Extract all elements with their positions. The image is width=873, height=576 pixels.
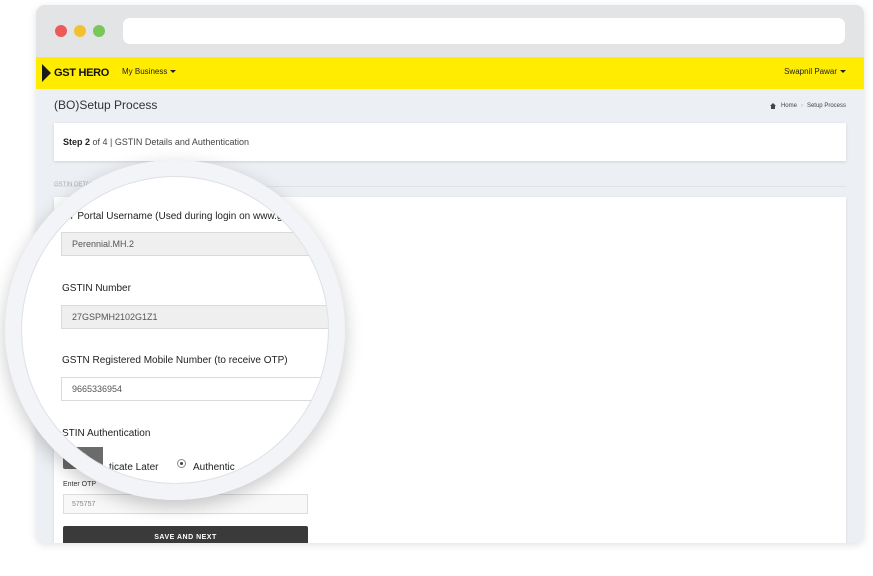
gstin-label: GSTIN Number: [62, 283, 131, 294]
authenticate-now-radio[interactable]: [177, 459, 186, 468]
portal-username-input[interactable]: Perennial.MH.2: [61, 232, 314, 256]
gstin-authentication-label: STIN Authentication: [62, 428, 151, 439]
maximize-window-icon[interactable]: [93, 25, 105, 37]
chevron-down-icon: [840, 70, 846, 74]
magnifier-lens: ST Portal Username (Used during login on…: [5, 160, 345, 500]
step-indicator: Step 2 of 4 | GSTIN Details and Authenti…: [63, 137, 249, 147]
brand-name: GST HERO: [54, 67, 110, 79]
save-and-next-button[interactable]: SAVE AND NEXT: [63, 526, 308, 543]
browser-titlebar: [36, 5, 864, 57]
close-window-icon[interactable]: [55, 25, 67, 37]
step-description: of 4 | GSTIN Details and Authentication: [92, 137, 249, 147]
breadcrumb-current: Setup Process: [806, 103, 846, 109]
mobile-input[interactable]: 9665336954: [61, 377, 331, 401]
home-icon: [769, 103, 777, 109]
portal-username-label: ST Portal Username (Used during login on…: [62, 211, 283, 222]
magnified-form: ST Portal Username (Used during login on…: [5, 160, 345, 500]
minimize-window-icon[interactable]: [74, 25, 86, 37]
user-name: Swapnil Pawar: [784, 67, 837, 76]
authenticate-now-option[interactable]: Authentic: [193, 462, 235, 473]
gstin-input[interactable]: 27GSPMH2102G1Z1: [61, 305, 331, 329]
step-card: Step 2 of 4 | GSTIN Details and Authenti…: [54, 123, 846, 161]
page-title: (BO)Setup Process: [54, 98, 158, 112]
top-navbar: GST HERO My Business Swapnil Pawar: [36, 57, 864, 89]
breadcrumb-separator: ›: [800, 103, 803, 109]
breadcrumb: Home › Setup Process: [769, 103, 846, 109]
authenticate-later-option[interactable]: ticate Later: [109, 462, 158, 473]
logo-arrow-icon: [42, 64, 51, 82]
user-menu[interactable]: Swapnil Pawar: [784, 67, 846, 76]
my-business-label: My Business: [122, 67, 168, 76]
chevron-down-icon: [170, 70, 177, 74]
address-bar[interactable]: [123, 18, 845, 44]
mobile-label: GSTN Registered Mobile Number (to receiv…: [62, 355, 288, 366]
generate-otp-button-magnified[interactable]: GENE: [63, 447, 103, 467]
step-number: Step 2: [63, 137, 91, 147]
brand-logo[interactable]: GST HERO: [42, 64, 109, 82]
breadcrumb-home[interactable]: Home: [781, 103, 797, 109]
my-business-menu[interactable]: My Business: [122, 67, 177, 76]
